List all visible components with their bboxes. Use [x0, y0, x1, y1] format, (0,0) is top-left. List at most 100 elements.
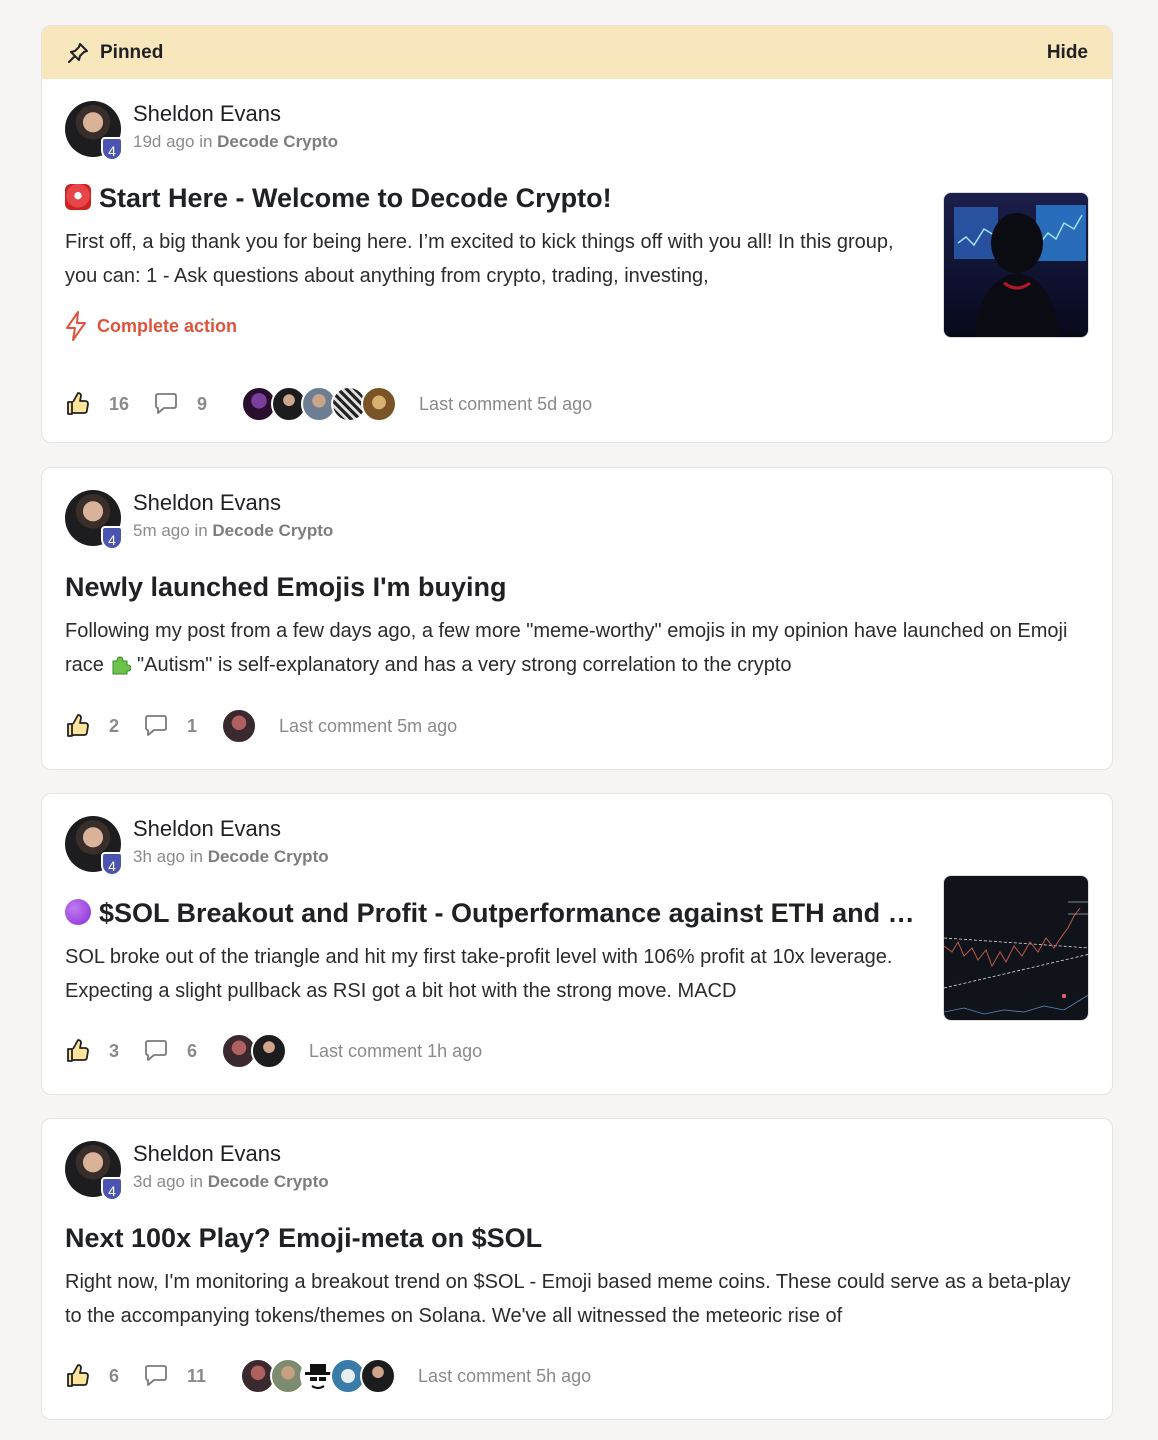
post-thumbnail[interactable]	[943, 192, 1089, 338]
author-row: 4 Sheldon Evans 3h ago in Decode Crypto	[65, 816, 1089, 876]
pinned-post-card[interactable]: Pinned Hide 4 Sheldon Evans 19d ago in D…	[41, 25, 1113, 443]
post-body: 4 Sheldon Evans 19d ago in Decode Crypto…	[42, 79, 1112, 341]
like-count: 16	[109, 393, 130, 414]
puzzle-emoji-icon	[109, 652, 132, 675]
meta-in: in	[189, 847, 203, 866]
post-title-text: Start Here - Welcome to Decode Crypto!	[99, 183, 612, 213]
post-meta: 19d ago in Decode Crypto	[133, 131, 338, 153]
siren-emoji-icon	[65, 184, 91, 210]
comment-stat[interactable]: 11	[143, 1364, 206, 1388]
comment-icon	[155, 393, 177, 414]
post-title[interactable]: Start Here - Welcome to Decode Crypto!	[65, 181, 905, 215]
purple-circle-emoji-icon	[65, 899, 91, 925]
group-link[interactable]: Decode Crypto	[212, 521, 333, 540]
post-time: 19d ago	[133, 132, 195, 151]
post-meta: 3d ago in Decode Crypto	[133, 1171, 329, 1193]
thumbs-up-icon	[67, 392, 89, 415]
level-badge: 4	[101, 1177, 123, 1201]
thumbs-up-icon	[67, 1039, 89, 1062]
post-card[interactable]: 4 Sheldon Evans 3h ago in Decode Crypto …	[41, 793, 1113, 1095]
price-chart-image	[944, 901, 1088, 1015]
group-link[interactable]: Decode Crypto	[208, 847, 329, 866]
comment-icon	[145, 1365, 167, 1386]
author-name[interactable]: Sheldon Evans	[133, 101, 338, 127]
comment-icon	[145, 715, 167, 736]
comment-count: 9	[197, 393, 208, 414]
thumbs-up-icon	[67, 714, 89, 737]
meta-in: in	[199, 132, 213, 151]
comment-stat[interactable]: 6	[143, 1039, 197, 1063]
post-body: 4 Sheldon Evans 5m ago in Decode Crypto …	[42, 468, 1112, 682]
post-meta: 3h ago in Decode Crypto	[133, 846, 329, 868]
post-title-text: $SOL Breakout and Profit - Outperformanc…	[99, 898, 917, 928]
last-comment-time: Last comment 5d ago	[419, 393, 593, 414]
commenter-avatar	[251, 1033, 288, 1069]
comment-icon	[145, 1040, 167, 1061]
post-card[interactable]: 4 Sheldon Evans 3d ago in Decode Crypto …	[41, 1118, 1113, 1420]
like-count: 2	[109, 715, 120, 736]
post-card[interactable]: 4 Sheldon Evans 5m ago in Decode Crypto …	[41, 467, 1113, 770]
post-time: 3h ago	[133, 847, 185, 866]
meta-in: in	[194, 521, 208, 540]
post-excerpt: Right now, I'm monitoring a breakout tre…	[65, 1271, 1071, 1327]
post-time: 3d ago	[133, 1172, 185, 1191]
post-stats: 6 11 Last comment 5h ago	[65, 1356, 591, 1396]
hide-pinned-button[interactable]: Hide	[1047, 42, 1088, 64]
commenter-avatars[interactable]	[221, 708, 258, 744]
comment-count: 11	[187, 1365, 207, 1386]
author-name[interactable]: Sheldon Evans	[133, 490, 333, 516]
complete-action-label: Complete action	[97, 315, 238, 336]
post-excerpt-part2: "Autism" is self-explanatory and has a v…	[137, 654, 792, 676]
post-body: 4 Sheldon Evans 3d ago in Decode Crypto …	[42, 1119, 1112, 1333]
author-avatar[interactable]: 4	[65, 816, 123, 876]
commenter-avatars[interactable]	[241, 386, 398, 422]
post-title[interactable]: $SOL Breakout and Profit - Outperformanc…	[65, 896, 917, 930]
post-stats: 16 9 Last comment 5d ago	[65, 384, 592, 424]
post-excerpt: SOL broke out of the triangle and hit my…	[65, 946, 893, 1002]
post-excerpt: First off, a big thank you for being her…	[65, 231, 894, 287]
post-stats: 3 6 Last comment 1h ago	[65, 1031, 482, 1071]
author-avatar[interactable]: 4	[65, 1141, 123, 1201]
commenter-avatar	[361, 386, 398, 422]
like-stat[interactable]: 16	[65, 391, 129, 417]
level-badge: 4	[101, 852, 123, 876]
pinned-label-group: Pinned	[66, 41, 163, 65]
like-stat[interactable]: 6	[65, 1363, 119, 1389]
level-badge: 4	[101, 526, 123, 550]
author-name[interactable]: Sheldon Evans	[133, 1141, 329, 1167]
commenter-avatars[interactable]	[240, 1358, 397, 1394]
lightning-icon	[66, 311, 86, 341]
post-title[interactable]: Newly launched Emojis I'm buying	[65, 570, 1089, 604]
thumbs-up-icon	[67, 1364, 89, 1387]
like-count: 3	[109, 1040, 120, 1061]
post-time: 5m ago	[133, 521, 190, 540]
pinned-header: Pinned Hide	[42, 26, 1112, 79]
group-link[interactable]: Decode Crypto	[208, 1172, 329, 1191]
commenter-avatar	[221, 708, 258, 744]
post-feed: Pinned Hide 4 Sheldon Evans 19d ago in D…	[41, 25, 1113, 1420]
last-comment-time: Last comment 5h ago	[418, 1365, 592, 1386]
author-avatar[interactable]: 4	[65, 490, 123, 550]
level-badge: 4	[101, 137, 123, 161]
post-excerpt: Following my post from a few days ago, a…	[65, 614, 1089, 682]
complete-action-link[interactable]: Complete action	[65, 311, 905, 341]
author-avatar[interactable]: 4	[65, 101, 123, 161]
like-stat[interactable]: 2	[65, 713, 119, 739]
commenter-avatars[interactable]	[221, 1033, 288, 1069]
post-body: 4 Sheldon Evans 3h ago in Decode Crypto …	[42, 794, 1112, 1021]
author-row: 4 Sheldon Evans 19d ago in Decode Crypto	[65, 101, 1089, 161]
post-meta: 5m ago in Decode Crypto	[133, 520, 333, 542]
last-comment-time: Last comment 1h ago	[309, 1040, 483, 1061]
post-title[interactable]: Next 100x Play? Emoji-meta on $SOL	[65, 1221, 1089, 1255]
group-link[interactable]: Decode Crypto	[217, 132, 338, 151]
author-name[interactable]: Sheldon Evans	[133, 816, 329, 842]
last-comment-time: Last comment 5m ago	[279, 715, 458, 736]
post-thumbnail[interactable]	[943, 875, 1089, 1021]
pin-icon	[68, 42, 88, 63]
commenter-avatar	[360, 1358, 397, 1394]
comment-stat[interactable]: 9	[153, 392, 207, 416]
comment-stat[interactable]: 1	[143, 714, 197, 738]
like-count: 6	[109, 1365, 120, 1386]
comment-count: 1	[187, 715, 198, 736]
like-stat[interactable]: 3	[65, 1038, 119, 1064]
